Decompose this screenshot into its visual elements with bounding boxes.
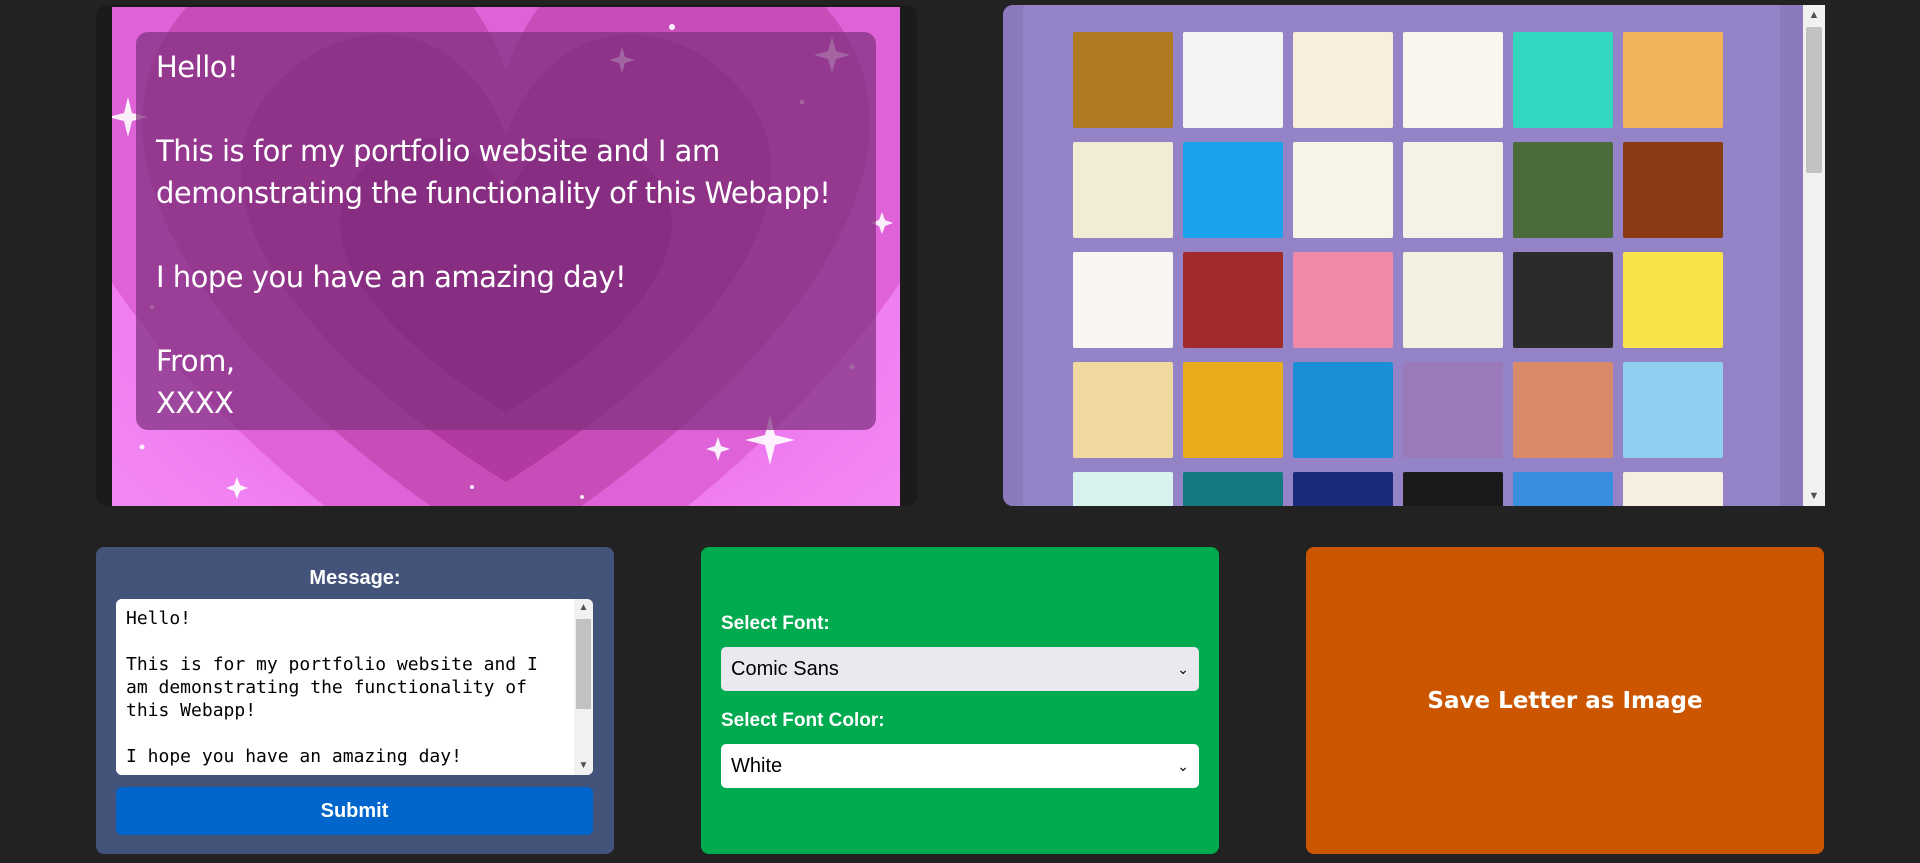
dark-check-tile[interactable] [1513,252,1613,348]
message-scroll-up-icon[interactable]: ▲ [574,599,593,617]
chocolates-tile[interactable] [1183,252,1283,348]
message-textarea[interactable]: Hello! This is for my portfolio website … [116,599,574,775]
chevron-down-icon: ⌄ [1177,660,1189,677]
black-tile[interactable] [1403,472,1503,506]
message-label: Message: [309,567,401,589]
plain-cream-tile[interactable] [1623,472,1723,506]
message-scroll-thumb[interactable] [576,619,591,709]
petals-tile[interactable] [1073,252,1173,348]
picker-right-strip [1780,5,1803,506]
message-textarea-wrap: Hello! This is for my portfolio website … [116,599,593,775]
font-color-select[interactable]: White ⌄ [721,744,1199,788]
mint-leaves-tile[interactable] [1073,472,1173,506]
stitched-cream-tile[interactable] [1403,252,1503,348]
font-color-label: Select Font Color: [721,710,885,731]
spring-flowers-tile[interactable] [1073,142,1173,238]
submit-button[interactable]: Submit [116,787,593,835]
airmail-tile[interactable] [1183,32,1283,128]
letter-background: Hello! This is for my portfolio website … [112,7,900,506]
balloons-tile[interactable] [1403,32,1503,128]
desert-mountain-tile[interactable] [1073,362,1173,458]
chevron-down-icon: ⌄ [1177,757,1189,774]
blue-clouds-tile[interactable] [1623,362,1723,458]
orange-wave-tile[interactable] [1623,32,1723,128]
font-panel: Select Font: Comic Sans ⌄ Select Font Co… [701,547,1219,854]
blue-frame-tile[interactable] [1513,472,1613,506]
save-image-label: Save Letter as Image [1427,687,1703,714]
background-picker [1003,5,1825,506]
navy-wave-tile[interactable] [1403,142,1503,238]
scroll-down-icon[interactable]: ▼ [1803,486,1825,506]
letter-text-box: Hello! This is for my portfolio website … [136,32,876,430]
golden-frame-tile[interactable] [1183,362,1283,458]
font-label: Select Font: [721,613,830,634]
save-image-button[interactable]: Save Letter as Image [1306,547,1824,854]
teal-blob-tile[interactable] [1513,32,1613,128]
blue-stripe-tile[interactable] [1293,362,1393,458]
purple-floral-tile[interactable] [1403,362,1503,458]
message-scroll-down-icon[interactable]: ▼ [574,757,593,775]
font-color-select-value: White [731,754,783,777]
teal-tree-tile[interactable] [1183,472,1283,506]
picker-left-strip [1003,5,1023,506]
picker-scrollbar[interactable]: ▲ ▼ [1803,5,1825,506]
message-scrollbar[interactable]: ▲ ▼ [574,599,593,775]
bunting-eggs-tile[interactable] [1293,142,1393,238]
font-select-value: Comic Sans [731,657,839,680]
message-panel: Message: Hello! This is for my portfolio… [96,547,614,854]
picker-scroll-thumb[interactable] [1806,27,1822,173]
fireworks-tile[interactable] [1293,472,1393,506]
blue-sky-plane-tile[interactable] [1183,142,1283,238]
letter-preview: Hello! This is for my portfolio website … [96,5,917,506]
font-select[interactable]: Comic Sans ⌄ [721,647,1199,691]
salmon-pattern-tile[interactable] [1513,362,1613,458]
camo-tile[interactable] [1513,142,1613,238]
yellow-tile[interactable] [1623,252,1723,348]
scroll-up-icon[interactable]: ▲ [1803,5,1825,25]
cream-border-tile[interactable] [1293,32,1393,128]
autumn-leaves-tile[interactable] [1073,32,1173,128]
letter-app: Hello! This is for my portfolio website … [0,0,1920,863]
autumn-frame-tile[interactable] [1623,142,1723,238]
pink-ribbon-tile[interactable] [1293,252,1393,348]
